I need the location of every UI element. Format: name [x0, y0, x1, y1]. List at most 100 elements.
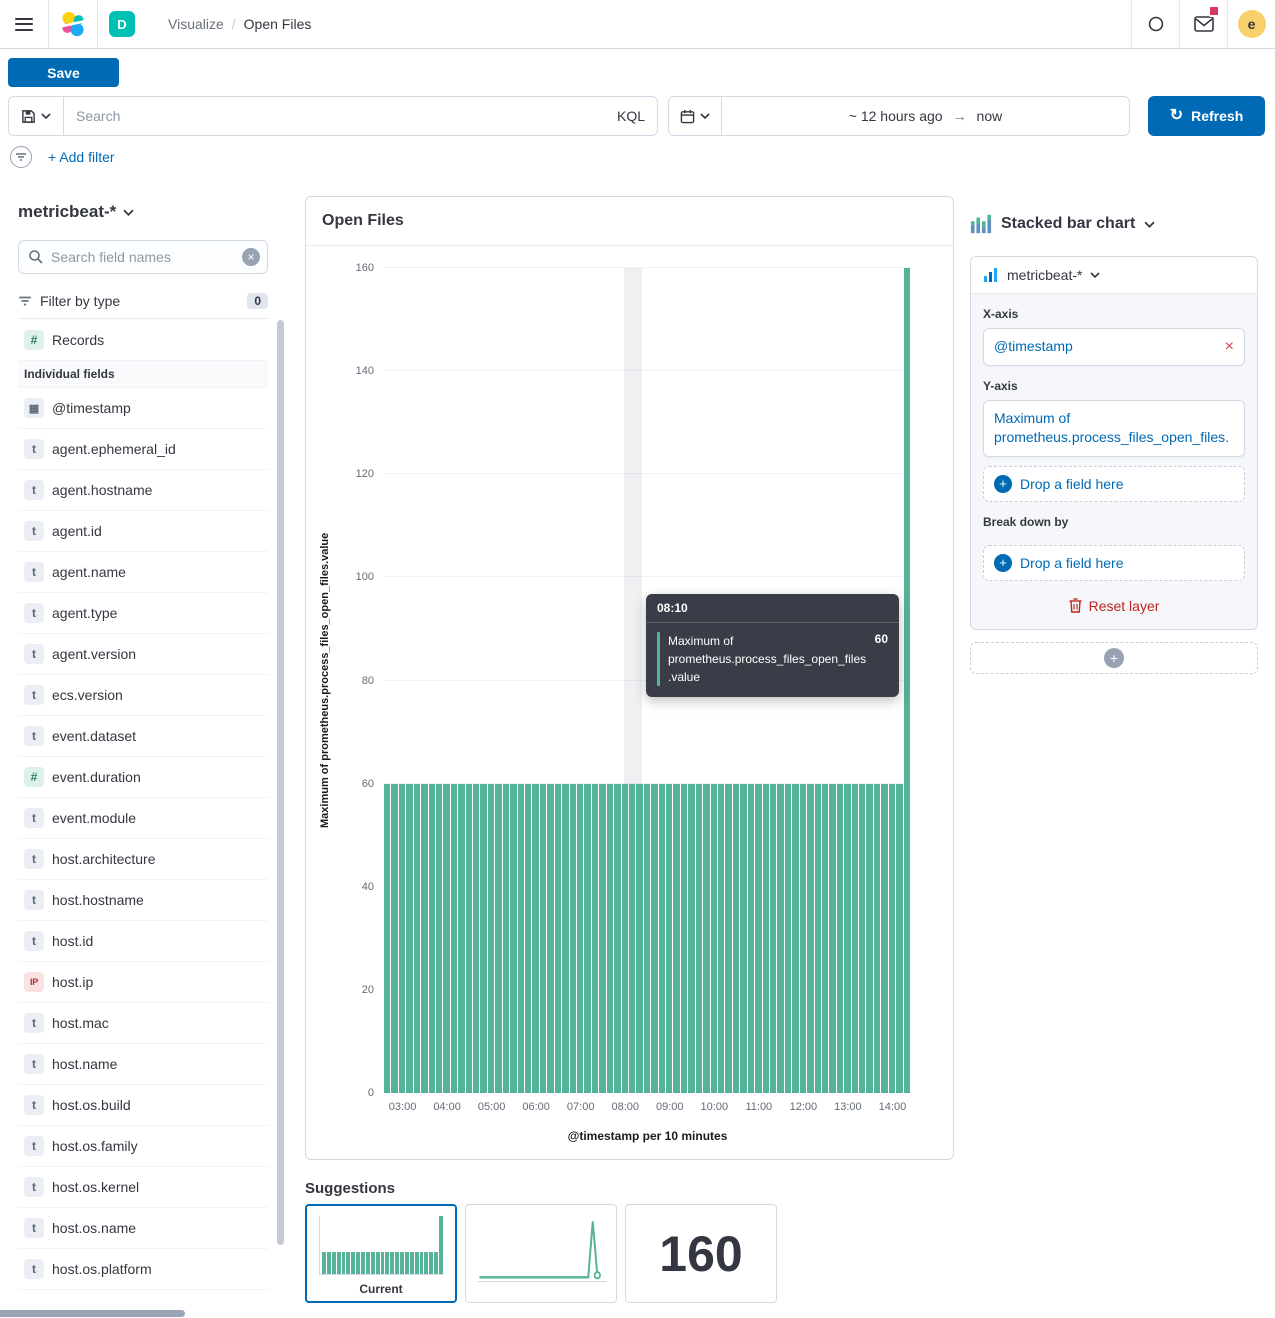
- y-axis-dimension[interactable]: Maximum of prometheus.process_files_open…: [983, 400, 1245, 457]
- field-item[interactable]: thost.mac: [18, 1003, 268, 1044]
- bar[interactable]: [852, 784, 858, 1093]
- field-item[interactable]: tagent.ephemeral_id: [18, 429, 268, 470]
- bar[interactable]: [570, 784, 576, 1093]
- bar[interactable]: [473, 784, 479, 1093]
- index-pattern-switcher[interactable]: metricbeat-*: [18, 198, 268, 226]
- bar[interactable]: [659, 784, 665, 1093]
- bar[interactable]: [555, 784, 561, 1093]
- bar[interactable]: [547, 784, 553, 1093]
- bar[interactable]: [844, 784, 850, 1093]
- field-item[interactable]: IPhost.ip: [18, 962, 268, 1003]
- field-item[interactable]: tevent.module: [18, 798, 268, 839]
- field-item[interactable]: thost.os.kernel: [18, 1167, 268, 1208]
- time-range-picker[interactable]: ~ 12 hours ago → now: [722, 96, 1130, 136]
- bar[interactable]: [770, 784, 776, 1093]
- bar[interactable]: [421, 784, 427, 1093]
- bar[interactable]: [599, 784, 605, 1093]
- search-input[interactable]: [76, 108, 607, 124]
- breakdown-drop-target[interactable]: + Drop a field here: [983, 545, 1245, 581]
- menu-button[interactable]: [0, 0, 48, 48]
- time-range-from[interactable]: ~ 12 hours ago: [849, 108, 943, 124]
- reset-layer-button[interactable]: Reset layer: [971, 581, 1257, 629]
- bar[interactable]: [792, 784, 798, 1093]
- refresh-button[interactable]: ↻ Refresh: [1148, 96, 1265, 136]
- bar[interactable]: [414, 784, 420, 1093]
- suggestion-line-chart[interactable]: [465, 1204, 617, 1303]
- bar[interactable]: [651, 784, 657, 1093]
- bar[interactable]: [592, 784, 598, 1093]
- bar[interactable]: [503, 784, 509, 1093]
- bar[interactable]: [636, 784, 642, 1093]
- field-item[interactable]: tagent.id: [18, 511, 268, 552]
- field-search-input[interactable]: [18, 240, 268, 274]
- bar[interactable]: [666, 784, 672, 1093]
- field-item[interactable]: thost.os.name: [18, 1208, 268, 1249]
- field-item[interactable]: tecs.version: [18, 675, 268, 716]
- sidebar-scrollbar[interactable]: [277, 320, 284, 1245]
- bar[interactable]: [584, 784, 590, 1093]
- bar[interactable]: [399, 784, 405, 1093]
- bar[interactable]: [480, 784, 486, 1093]
- field-item[interactable]: thost.hostname: [18, 880, 268, 921]
- y-axis-drop-target[interactable]: + Drop a field here: [983, 466, 1245, 502]
- field-item[interactable]: thost.os.build: [18, 1085, 268, 1126]
- cloud-button[interactable]: [1131, 0, 1179, 48]
- bar[interactable]: [896, 784, 902, 1093]
- bar[interactable]: [622, 784, 628, 1093]
- date-picker-button[interactable]: [668, 96, 722, 136]
- bar[interactable]: [763, 784, 769, 1093]
- kql-switch[interactable]: KQL: [607, 108, 645, 124]
- bar[interactable]: [696, 784, 702, 1093]
- add-filter-button[interactable]: + Add filter: [48, 149, 115, 165]
- bar[interactable]: [451, 784, 457, 1093]
- bar[interactable]: [829, 784, 835, 1093]
- bar[interactable]: [755, 784, 761, 1093]
- bar[interactable]: [711, 784, 717, 1093]
- bar[interactable]: [703, 784, 709, 1093]
- x-axis-dimension[interactable]: @timestamp ×: [983, 328, 1245, 366]
- user-menu-button[interactable]: e: [1227, 0, 1275, 48]
- bar[interactable]: [688, 784, 694, 1093]
- bar[interactable]: [518, 784, 524, 1093]
- suggestion-current[interactable]: Current: [305, 1204, 457, 1303]
- horizontal-scrollbar[interactable]: [0, 1310, 185, 1317]
- bar[interactable]: [607, 784, 613, 1093]
- bar[interactable]: [562, 784, 568, 1093]
- chart-type-switcher[interactable]: Stacked bar chart: [970, 209, 1258, 239]
- filter-options-button[interactable]: [10, 146, 32, 168]
- bar[interactable]: [718, 784, 724, 1093]
- bar[interactable]: [748, 784, 754, 1093]
- breadcrumb-visualize[interactable]: Visualize: [168, 16, 224, 32]
- bar[interactable]: [429, 784, 435, 1093]
- field-item[interactable]: tagent.type: [18, 593, 268, 634]
- bar[interactable]: [443, 784, 449, 1093]
- bar[interactable]: [859, 784, 865, 1093]
- elastic-logo[interactable]: [49, 0, 97, 48]
- bar[interactable]: [681, 784, 687, 1093]
- bar[interactable]: [866, 784, 872, 1093]
- bar[interactable]: [889, 784, 895, 1093]
- field-item[interactable]: ▦@timestamp: [18, 388, 268, 429]
- field-item[interactable]: tagent.hostname: [18, 470, 268, 511]
- bar[interactable]: [540, 784, 546, 1093]
- saved-query-menu-button[interactable]: [8, 96, 64, 136]
- bar[interactable]: [785, 784, 791, 1093]
- field-item[interactable]: thost.os.platform: [18, 1249, 268, 1290]
- bar[interactable]: [777, 784, 783, 1093]
- layer-index-pattern-button[interactable]: metricbeat-*: [971, 257, 1257, 294]
- bar[interactable]: [800, 784, 806, 1093]
- bar[interactable]: [815, 784, 821, 1093]
- newsfeed-button[interactable]: [1179, 0, 1227, 48]
- bar[interactable]: [629, 784, 635, 1093]
- field-item[interactable]: thost.architecture: [18, 839, 268, 880]
- bar[interactable]: [740, 784, 746, 1093]
- bar[interactable]: [725, 784, 731, 1093]
- field-item[interactable]: #event.duration: [18, 757, 268, 798]
- bar[interactable]: [532, 784, 538, 1093]
- bar[interactable]: [510, 784, 516, 1093]
- field-item[interactable]: tagent.version: [18, 634, 268, 675]
- bar[interactable]: [614, 784, 620, 1093]
- field-item[interactable]: tagent.name: [18, 552, 268, 593]
- bar[interactable]: [466, 784, 472, 1093]
- bar[interactable]: [881, 784, 887, 1093]
